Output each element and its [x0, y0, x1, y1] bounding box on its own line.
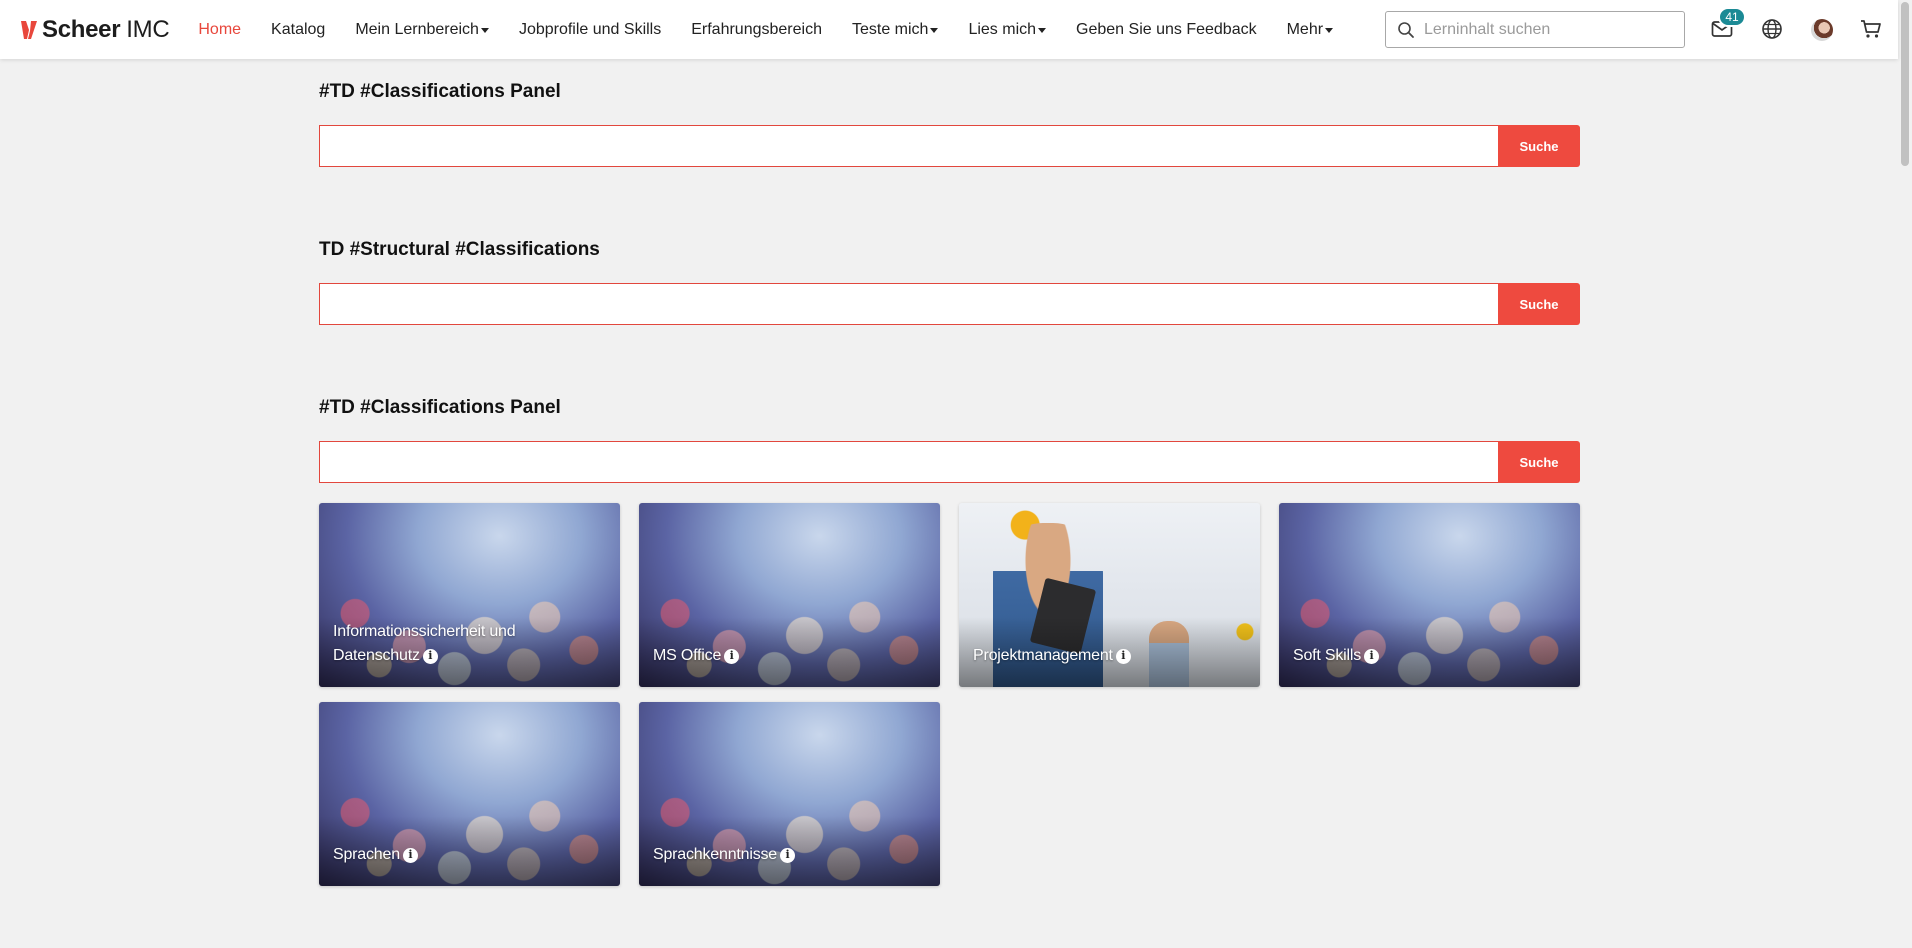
search-button[interactable]: Suche [1498, 125, 1580, 167]
nav-item-label: Jobprofile und Skills [518, 20, 662, 38]
globe-icon [1762, 19, 1782, 39]
nav-item-feedback[interactable]: Geben Sie uns Feedback [1061, 0, 1272, 59]
nav-item-erfahrungsbereich[interactable]: Erfahrungsbereich [676, 0, 837, 59]
classification-search-input[interactable] [319, 441, 1498, 483]
logo-mark-icon [21, 20, 37, 39]
info-icon[interactable]: i [724, 648, 740, 664]
tile-label-wrap: Sprachen i [333, 843, 606, 867]
tile-label: Sprachkenntnisse [653, 846, 777, 863]
main-nav: Home Katalog Mein Lernbereich Jobprofile… [183, 0, 1348, 59]
messages-count-badge: 41 [1718, 7, 1746, 27]
tile-label-wrap: Sprachkenntnisse i [653, 843, 926, 867]
caret-down-icon [480, 28, 489, 33]
language-button[interactable] [1759, 16, 1785, 42]
nav-item-teste-mich[interactable]: Teste mich [837, 0, 953, 59]
search-icon [1398, 21, 1414, 38]
classification-tile[interactable]: Informationssicherheit und Datenschutz i [319, 503, 620, 687]
nav-item-label: Mehr [1286, 20, 1324, 38]
tile-label-wrap: Informationssicherheit und Datenschutz i [333, 620, 606, 668]
caret-down-icon [1325, 28, 1334, 33]
info-icon[interactable]: i [422, 648, 438, 664]
user-avatar[interactable] [1811, 19, 1833, 41]
tile-label-wrap: MS Office i [653, 644, 926, 668]
classification-search-input[interactable] [319, 125, 1498, 167]
caret-down-icon [930, 28, 939, 33]
caret-down-icon [1038, 28, 1047, 33]
page-scrollbar[interactable] [1898, 0, 1912, 948]
cart-icon [1861, 20, 1881, 38]
info-icon[interactable]: i [780, 847, 795, 863]
classification-search: Suche [319, 125, 1580, 167]
classification-tile[interactable]: Sprachen i [319, 702, 620, 886]
classification-tile[interactable]: Soft Skills i [1279, 503, 1580, 687]
nav-item-mein-lernbereich[interactable]: Mein Lernbereich [340, 0, 504, 59]
section-title: #TD #Classifications Panel [319, 81, 561, 102]
tile-label-wrap: Projektmanagement i [973, 644, 1246, 668]
brand-name-bold: Scheer [42, 15, 121, 43]
section-title: #TD #Classifications Panel [319, 397, 561, 418]
info-icon[interactable]: i [1364, 648, 1380, 664]
tile-label: MS Office [653, 647, 722, 664]
nav-item-label: Mein Lernbereich [355, 20, 479, 38]
info-icon[interactable]: i [402, 847, 418, 863]
cart-button[interactable] [1858, 16, 1884, 42]
search-button[interactable]: Suche [1498, 441, 1580, 483]
tile-label: Projektmanagement [973, 647, 1113, 664]
search-button[interactable]: Suche [1498, 283, 1580, 325]
nav-item-katalog[interactable]: Katalog [256, 0, 340, 59]
classification-tile[interactable]: MS Office i [639, 503, 940, 687]
nav-item-home[interactable]: Home [183, 0, 256, 59]
tile-label-wrap: Soft Skills i [1293, 644, 1566, 668]
classification-tile[interactable]: Sprachkenntnisse i [639, 702, 940, 886]
nav-item-label: Geben Sie uns Feedback [1076, 20, 1257, 38]
classification-search: Suche [319, 283, 1580, 325]
tile-label: Sprachen [333, 846, 400, 863]
nav-item-label: Lies mich [968, 20, 1037, 38]
top-navigation-bar: Scheer IMC Home Katalog Mein Lernbereich… [0, 0, 1898, 59]
nav-item-label: Katalog [271, 20, 326, 38]
nav-item-label: Home [198, 20, 242, 38]
info-icon[interactable]: i [1115, 648, 1131, 664]
nav-item-lies-mich[interactable]: Lies mich [953, 0, 1061, 59]
brand-logo[interactable]: Scheer IMC [20, 15, 170, 44]
classification-search: Suche [319, 441, 1580, 483]
section-title: TD #Structural #Classifications [319, 239, 600, 260]
header-search [1385, 11, 1685, 48]
brand-name-light: IMC [126, 15, 170, 43]
nav-item-label: Teste mich [851, 20, 929, 38]
header-search-input[interactable] [1424, 20, 1664, 39]
nav-item-label: Erfahrungsbereich [691, 20, 822, 38]
classification-tile[interactable]: Projektmanagement i [959, 503, 1260, 687]
scrollbar-thumb[interactable] [1901, 2, 1909, 166]
nav-item-jobprofile-und-skills[interactable]: Jobprofile und Skills [504, 0, 676, 59]
nav-item-mehr[interactable]: Mehr [1272, 0, 1348, 59]
classification-search-input[interactable] [319, 283, 1498, 325]
tile-label: Soft Skills [1293, 647, 1362, 664]
